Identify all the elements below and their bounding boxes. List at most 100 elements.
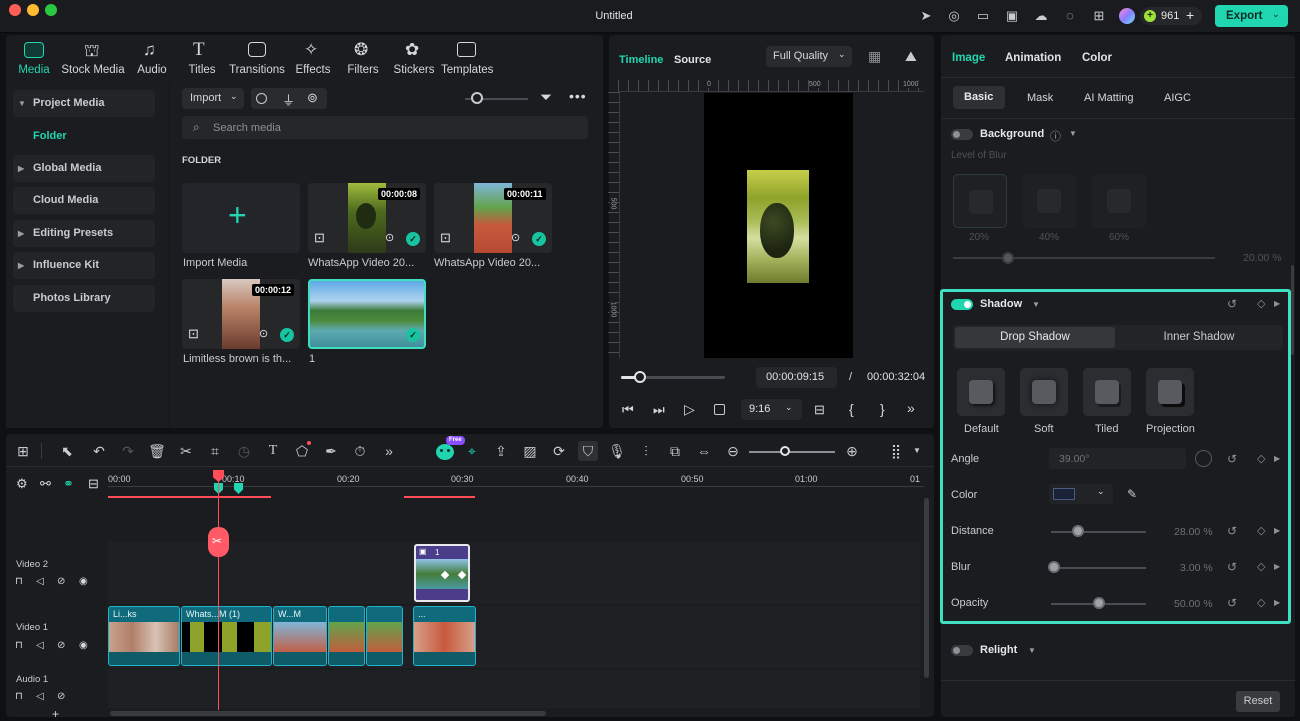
record-voice-icon[interactable]: 🎙 <box>607 441 627 461</box>
tab-filters[interactable]: ❂ Filters <box>343 37 383 79</box>
ai-copilot-icon[interactable] <box>436 444 454 460</box>
eye-icon[interactable]: ◉ <box>79 576 88 587</box>
community-icon[interactable]: ◎ <box>945 7 963 25</box>
sidebar-item-photos-library[interactable]: Photos Library <box>13 285 155 312</box>
blur-knob[interactable] <box>1047 561 1060 573</box>
play-icon[interactable]: ▷ <box>684 401 695 418</box>
lock-icon[interactable]: ⊓ <box>15 691 23 702</box>
previous-frame-icon[interactable]: ⏮ <box>622 402 634 418</box>
background-blur-slider[interactable] <box>953 257 1215 259</box>
unlink-icon[interactable]: ⚯ <box>40 476 51 492</box>
zoom-in-icon[interactable]: ⊕ <box>842 441 862 461</box>
expand-icon[interactable]: ▶ <box>1274 454 1280 463</box>
current-time-field[interactable]: 00:00:09:15 <box>756 367 837 388</box>
reset-button[interactable]: Reset <box>1236 691 1280 712</box>
keyframe-icon[interactable]: ◇ <box>1257 452 1265 465</box>
subtab-basic[interactable]: Basic <box>953 86 1005 109</box>
sidebar-item-influence-kit[interactable]: ▶ Influence Kit <box>13 252 155 279</box>
audio-mixer-icon[interactable]: ⫶ <box>636 441 656 461</box>
inner-shadow-button[interactable]: Inner Shadow <box>1117 327 1281 348</box>
opacity-knob[interactable] <box>1092 597 1105 609</box>
mute-icon[interactable]: ⊘ <box>57 576 65 587</box>
playback-progress-knob[interactable] <box>633 371 646 383</box>
volume-icon[interactable]: ◁ <box>36 640 44 651</box>
tab-media[interactable]: Media <box>12 37 56 79</box>
insert-icon[interactable]: ⇪ <box>491 441 511 461</box>
blur-slider[interactable] <box>1051 567 1146 569</box>
image-edit-icon[interactable]: ▨ <box>520 441 540 461</box>
record-screen-icon[interactable] <box>256 93 267 104</box>
text-icon[interactable]: T <box>263 441 283 461</box>
distance-knob[interactable] <box>1071 525 1084 537</box>
aspect-ratio-dropdown[interactable]: 9:16 ⌄ <box>741 399 802 420</box>
import-media-tile[interactable]: + <box>182 183 300 253</box>
pen-icon[interactable]: ✒ <box>321 441 341 461</box>
clip-video-1[interactable] <box>366 606 403 666</box>
mark-in-icon[interactable]: { <box>849 401 854 417</box>
speed-icon[interactable]: ◷ <box>234 441 254 461</box>
shadow-preset-soft[interactable] <box>1020 368 1068 416</box>
delete-icon[interactable]: 🗑 <box>147 441 167 461</box>
timer-icon[interactable]: ⏱ <box>350 441 370 461</box>
avatar[interactable] <box>1119 8 1135 24</box>
split-icon[interactable]: ✂ <box>176 441 196 461</box>
caret-down-icon[interactable]: ▼ <box>913 446 921 455</box>
caret-down-icon[interactable]: ▼ <box>1028 646 1036 655</box>
tab-stock-media[interactable]: ⛫ Stock Media <box>60 37 126 79</box>
cloud-upload-icon[interactable]: ☁ <box>1032 7 1050 25</box>
subtab-aigc[interactable]: AIGC <box>1164 92 1191 104</box>
thumbnail-size-knob[interactable] <box>471 92 483 104</box>
eye-icon[interactable]: ◉ <box>79 640 88 651</box>
preview-canvas[interactable] <box>704 93 853 358</box>
search-input[interactable]: ⌕ Search media <box>182 116 588 139</box>
share-icon[interactable]: ➤ <box>917 7 935 25</box>
tab-timeline[interactable]: Timeline <box>619 54 663 66</box>
shadow-toggle[interactable] <box>951 299 973 310</box>
expand-icon[interactable]: ▶ <box>1274 598 1280 607</box>
clip-video-1[interactable]: ... <box>413 606 476 666</box>
apps-grid-icon[interactable]: ⊞ <box>1090 7 1108 25</box>
media-item[interactable]: 00:00:08 ⊡ ⊙ ✓ <box>308 183 426 253</box>
reset-icon[interactable]: ↺ <box>1227 596 1237 610</box>
keyframe-icon[interactable]: ◇ <box>1257 297 1265 310</box>
microphone-icon[interactable]: ⏚ <box>282 90 295 109</box>
sidebar-item-editing-presets[interactable]: ▶ Editing Presets <box>13 220 155 247</box>
undo-icon[interactable]: ↶ <box>89 441 109 461</box>
filter-icon[interactable]: ⏷ <box>540 89 552 106</box>
drop-shadow-button[interactable]: Drop Shadow <box>955 327 1115 348</box>
reset-icon[interactable]: ↺ <box>1227 560 1237 574</box>
mark-out-icon[interactable]: } <box>880 401 885 417</box>
color-picker[interactable]: ⌄ <box>1049 484 1113 504</box>
layout-icon[interactable]: ▭ <box>974 7 992 25</box>
help-icon[interactable]: ⓘ <box>1050 128 1061 144</box>
grid-view-icon[interactable]: ▦ <box>868 48 881 65</box>
tab-titles[interactable]: T Titles <box>184 37 220 79</box>
reset-icon[interactable]: ↺ <box>1227 297 1237 311</box>
tab-image[interactable]: Image <box>952 52 985 64</box>
tab-templates[interactable]: Templates <box>441 37 493 79</box>
clip-video-1[interactable]: W...M <box>273 606 327 666</box>
subtab-mask[interactable]: Mask <box>1027 92 1053 104</box>
quality-dropdown[interactable]: Full Quality ⌄ <box>766 46 852 67</box>
reset-icon[interactable]: ↺ <box>1227 452 1237 466</box>
tab-source[interactable]: Source <box>674 54 711 66</box>
clip-video-2[interactable]: ▣ 1 <box>414 544 470 602</box>
snap-icon[interactable]: ⌖ <box>462 441 482 461</box>
expand-icon[interactable]: ▶ <box>1274 299 1280 308</box>
import-dropdown[interactable]: Import ⌄ <box>182 88 244 109</box>
angle-input[interactable]: 39.00° <box>1049 448 1186 469</box>
expand-icon[interactable]: ▶ <box>1274 562 1280 571</box>
tab-color[interactable]: Color <box>1082 52 1112 64</box>
next-frame-icon[interactable]: ⏭ <box>653 402 665 418</box>
volume-icon[interactable]: ◁ <box>36 691 44 702</box>
select-tool-icon[interactable]: ⬉ <box>57 441 77 461</box>
voiceover-icon[interactable]: ⊚ <box>307 90 318 106</box>
timeline-settings-icon[interactable]: ⚙ <box>16 476 28 492</box>
background-blur-knob[interactable] <box>1002 252 1014 264</box>
track-layout-icon[interactable]: ⣿ <box>886 441 906 461</box>
tab-audio[interactable]: ♫ Audio <box>132 37 172 79</box>
snapshot-icon[interactable]: ⛰ <box>905 48 917 65</box>
shadow-preset-projection[interactable] <box>1146 368 1194 416</box>
timeline-zoom-knob[interactable] <box>780 446 790 456</box>
credits-pill[interactable]: + 961 + <box>1140 7 1202 25</box>
